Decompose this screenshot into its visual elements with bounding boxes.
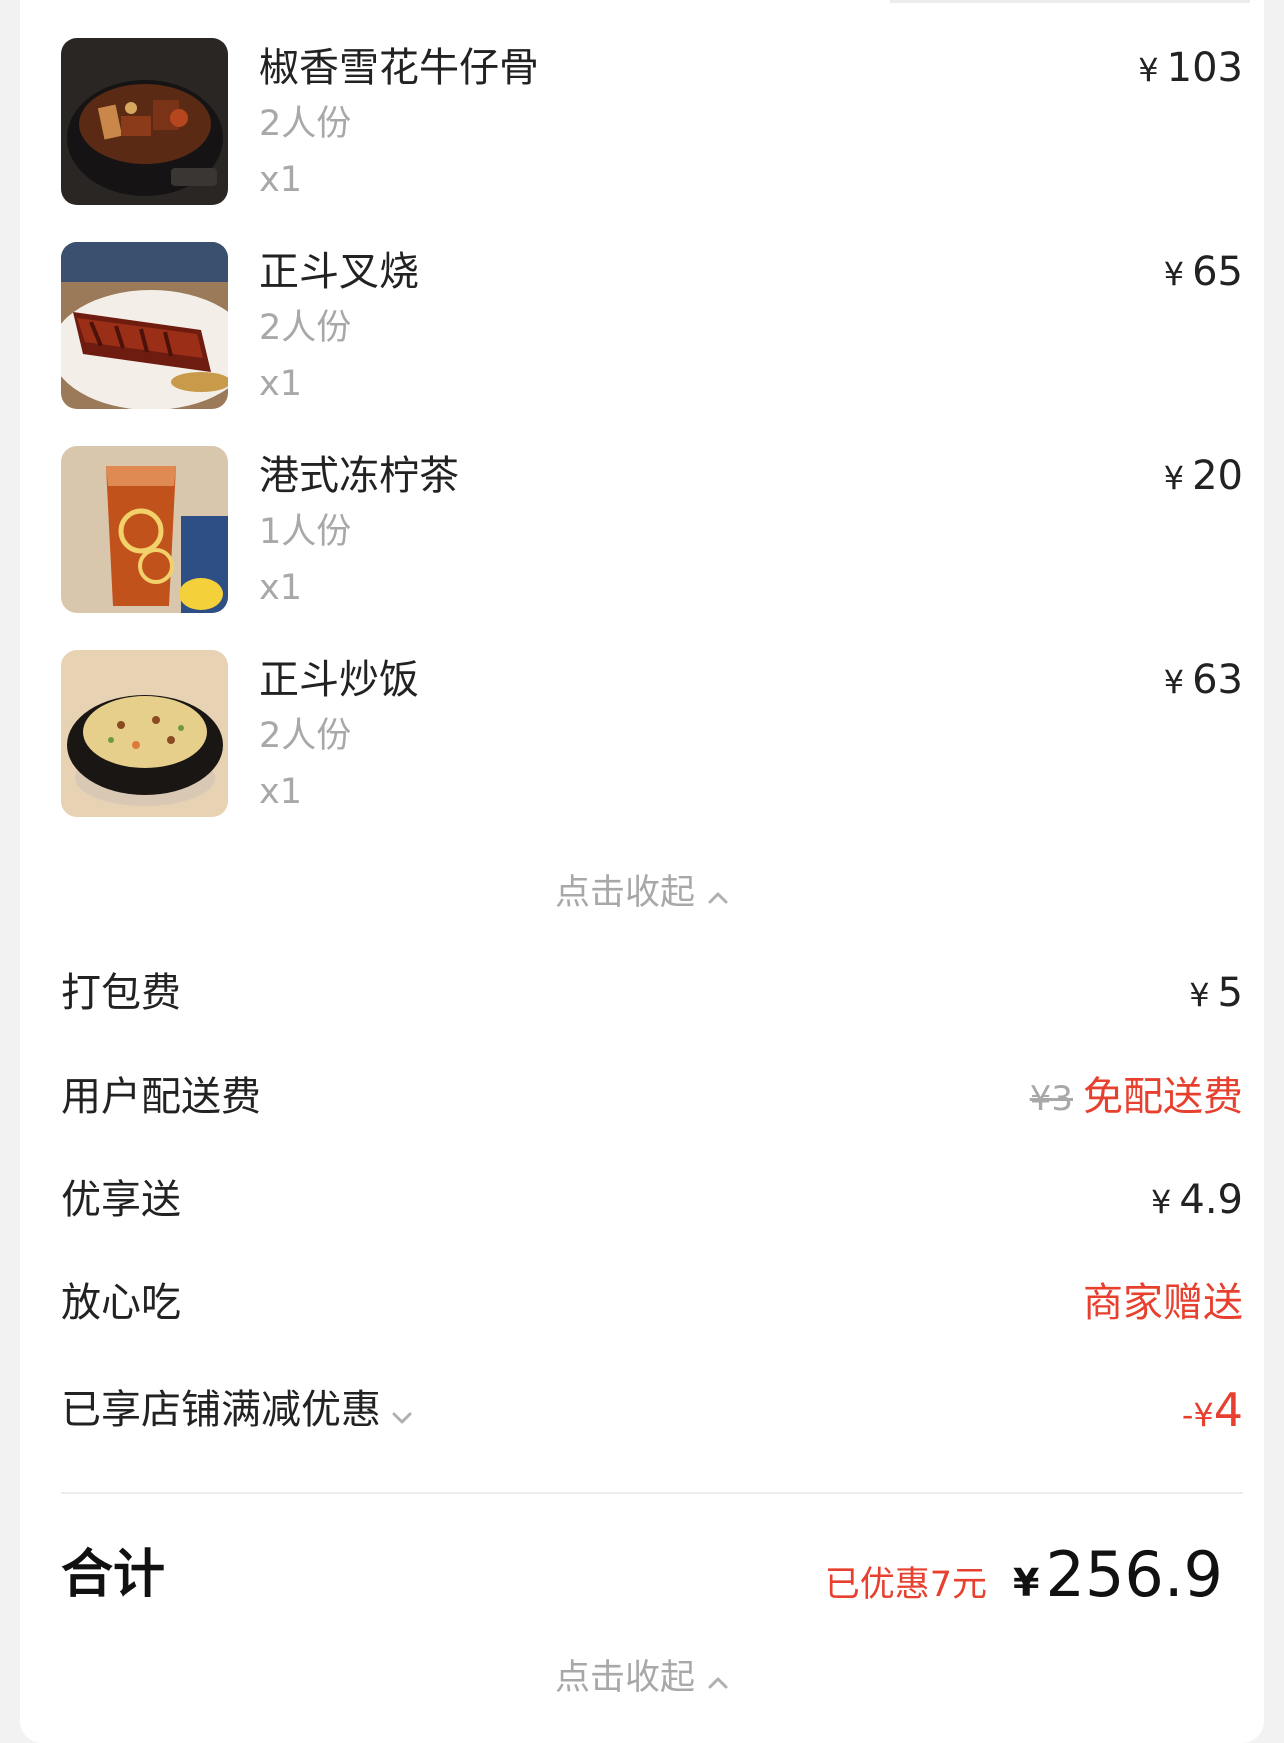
item-price: ¥65 xyxy=(1164,246,1243,300)
priority-delivery-row: 优享送 ¥4.9 xyxy=(61,1170,1243,1230)
item-portion: 2人份 xyxy=(259,716,352,756)
item-quantity: x1 xyxy=(259,772,302,812)
top-divider xyxy=(890,0,1250,3)
delivery-fee-row: 用户配送费 ¥3 免配送费 xyxy=(61,1067,1243,1127)
item-quantity: x1 xyxy=(259,364,302,404)
item-name: 椒香雪花牛仔骨 xyxy=(259,45,539,91)
item-price: ¥103 xyxy=(1138,42,1243,96)
assurance-label: 放心吃 xyxy=(61,1280,181,1326)
item-photo xyxy=(61,38,228,205)
discount-amount: 4 xyxy=(1213,1383,1243,1437)
packing-fee-amount: 5 xyxy=(1217,970,1243,1016)
packing-fee-label: 打包费 xyxy=(61,970,181,1016)
item-quantity: x1 xyxy=(259,568,302,608)
total-value: 已优惠7元 ¥256.9 xyxy=(825,1540,1223,1626)
saved-note: 已优惠7元 xyxy=(824,1565,988,1605)
item-portion: 1人份 xyxy=(259,512,352,552)
priority-delivery-amount: 4.9 xyxy=(1179,1177,1243,1223)
packing-fee-value: ¥5 xyxy=(1189,963,1243,1025)
collapse-items-button[interactable]: 点击收起 xyxy=(20,871,1264,916)
item-price-value: 65 xyxy=(1192,249,1243,295)
item-photo xyxy=(61,446,228,613)
currency-symbol: ¥ xyxy=(1013,1561,1040,1605)
store-discount-value: -¥4 xyxy=(1182,1380,1243,1445)
assurance-value: 商家赠送 xyxy=(1083,1280,1243,1326)
total-label: 合计 xyxy=(61,1545,166,1605)
currency-symbol: ¥ xyxy=(1189,976,1210,1014)
currency-symbol: ¥ xyxy=(1151,1183,1172,1221)
priority-delivery-label: 优享送 xyxy=(61,1177,181,1223)
chevron-down-icon xyxy=(391,1382,413,1442)
item-name: 港式冻柠茶 xyxy=(259,453,459,499)
item-price: ¥63 xyxy=(1164,654,1243,708)
delivery-fee-value: ¥3 免配送费 xyxy=(1030,1067,1243,1129)
collapse-label: 点击收起 xyxy=(554,873,695,913)
item-name: 正斗炒饭 xyxy=(259,657,419,703)
store-discount-text: 已享店铺满减优惠 xyxy=(61,1387,381,1433)
delivery-fee-label: 用户配送费 xyxy=(61,1074,261,1120)
collapse-label: 点击收起 xyxy=(554,1658,695,1698)
priority-delivery-value: ¥4.9 xyxy=(1151,1170,1243,1232)
order-item: 椒香雪花牛仔骨 2人份 x1 ¥103 xyxy=(61,38,1243,208)
free-delivery-badge: 免配送费 xyxy=(1083,1074,1243,1120)
item-price-value: 20 xyxy=(1192,453,1243,499)
store-discount-row[interactable]: 已享店铺满减优惠 -¥4 xyxy=(61,1380,1243,1440)
order-item: 港式冻柠茶 1人份 x1 ¥20 xyxy=(61,446,1243,616)
item-quantity: x1 xyxy=(259,160,302,200)
assurance-row: 放心吃 商家赠送 xyxy=(61,1273,1243,1333)
currency-symbol: ¥ xyxy=(1138,51,1159,89)
chevron-up-icon xyxy=(707,872,729,916)
collapse-details-button[interactable]: 点击收起 xyxy=(20,1656,1264,1701)
item-photo xyxy=(61,650,228,817)
order-item: 正斗叉烧 2人份 x1 ¥65 xyxy=(61,242,1243,412)
item-portion: 2人份 xyxy=(259,308,352,348)
store-discount-label[interactable]: 已享店铺满减优惠 xyxy=(61,1380,413,1442)
order-detail-card: 椒香雪花牛仔骨 2人份 x1 ¥103 正斗叉烧 2人份 x1 ¥65 港式冻柠… xyxy=(20,0,1264,1743)
original-delivery-fee: ¥3 xyxy=(1029,1079,1073,1119)
item-price-value: 63 xyxy=(1192,657,1243,703)
chevron-up-icon xyxy=(707,1657,729,1701)
item-portion: 2人份 xyxy=(259,104,352,144)
item-price-value: 103 xyxy=(1166,45,1243,91)
currency-symbol: ¥ xyxy=(1163,663,1185,701)
item-photo xyxy=(61,242,228,409)
currency-symbol: ¥ xyxy=(1163,459,1185,497)
currency-symbol: ¥ xyxy=(1163,255,1185,293)
discount-prefix: -¥ xyxy=(1181,1396,1214,1434)
order-item: 正斗炒饭 2人份 x1 ¥63 xyxy=(61,650,1243,820)
total-divider xyxy=(61,1492,1243,1494)
packing-fee-row: 打包费 ¥5 xyxy=(61,963,1243,1023)
item-price: ¥20 xyxy=(1164,450,1243,504)
total-amount: 256.9 xyxy=(1045,1538,1224,1611)
item-name: 正斗叉烧 xyxy=(259,249,419,295)
